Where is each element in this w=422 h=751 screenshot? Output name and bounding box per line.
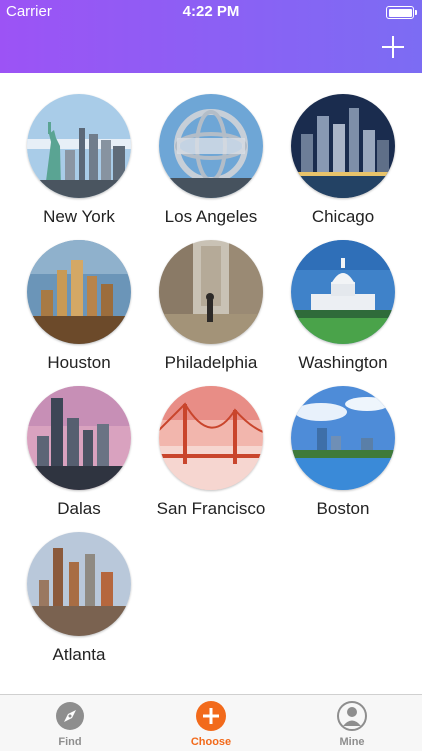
status-time: 4:22 PM [182, 3, 240, 20]
tab-choose[interactable]: Choose [141, 695, 281, 751]
city-label: Boston [316, 499, 370, 518]
city-item-washington[interactable]: Washington [277, 240, 409, 373]
city-item-chicago[interactable]: Chicago [277, 94, 409, 227]
city-photo-los-angeles [159, 94, 263, 198]
city-photo-chicago [291, 94, 395, 198]
battery-icon [386, 6, 417, 19]
add-city-button[interactable] [382, 36, 404, 58]
city-photo-atlanta [27, 532, 131, 636]
city-label: Atlanta [52, 645, 106, 664]
city-item-new-york[interactable]: New York [13, 94, 145, 227]
city-item-atlanta[interactable]: Atlanta [13, 532, 145, 665]
tab-label-choose: Choose [190, 736, 232, 748]
city-label: New York [43, 207, 115, 226]
city-photo-dalas [27, 386, 131, 490]
city-label: Washington [298, 353, 388, 372]
city-item-dalas[interactable]: Dalas [13, 386, 145, 519]
tab-label-mine: Mine [339, 736, 365, 748]
city-item-san-francisco[interactable]: San Francisco [145, 386, 277, 519]
tab-label-find: Find [58, 736, 82, 748]
city-label: Chicago [311, 207, 375, 226]
city-label: Philadelphia [164, 353, 258, 372]
city-label: Houston [47, 353, 111, 372]
header-bar: Carrier 4:22 PM [0, 0, 422, 73]
city-item-boston[interactable]: Boston [277, 386, 409, 519]
city-photo-new-york [27, 94, 131, 198]
city-label: Los Angeles [164, 207, 258, 226]
city-item-houston[interactable]: Houston [13, 240, 145, 373]
city-label: Dalas [57, 499, 101, 518]
tab-find[interactable]: Find [0, 695, 140, 751]
city-label: San Francisco [156, 499, 266, 518]
person-icon [337, 701, 367, 731]
city-photo-washington [291, 240, 395, 344]
city-photo-san-francisco [159, 386, 263, 490]
tab-mine[interactable]: Mine [282, 695, 422, 751]
plus-circle-icon [196, 701, 226, 731]
compass-icon [56, 702, 84, 730]
city-item-los-angeles[interactable]: Los Angeles [145, 94, 277, 227]
tab-bar: Find Choose Mine [0, 694, 422, 751]
city-item-philadelphia[interactable]: Philadelphia [145, 240, 277, 373]
city-photo-philadelphia [159, 240, 263, 344]
status-bar: Carrier 4:22 PM [0, 0, 422, 24]
city-photo-houston [27, 240, 131, 344]
city-photo-boston [291, 386, 395, 490]
